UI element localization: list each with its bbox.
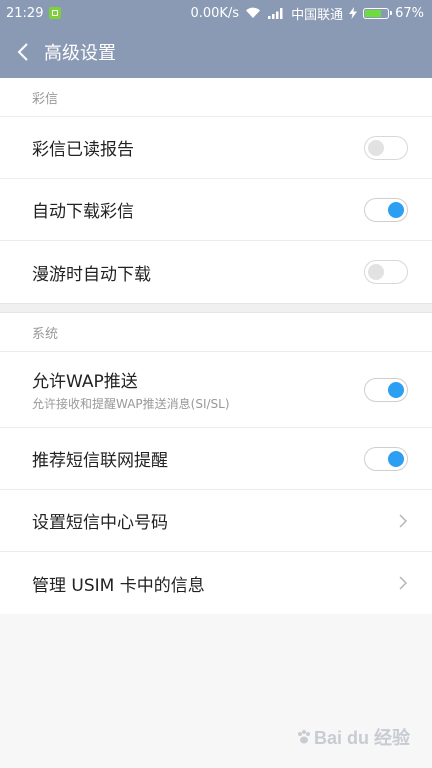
auto-download-mms-toggle[interactable] <box>364 197 408 222</box>
setting-sms-network-reminder[interactable]: 推荐短信联网提醒 <box>0 428 432 490</box>
setting-label: 自动下载彩信 <box>32 202 134 222</box>
wifi-icon <box>246 7 261 19</box>
setting-sms-center-number[interactable]: 设置短信中心号码 <box>0 490 432 552</box>
setting-label: 彩信已读报告 <box>32 140 134 160</box>
status-time: 21:29 <box>6 5 44 21</box>
battery-icon <box>363 7 393 19</box>
header-area: 21:29 0.00K/s 中国联通 67% 高级设置 <box>0 0 432 78</box>
toggle-knob <box>388 201 404 218</box>
chevron-right-icon <box>399 513 408 528</box>
toggle-knob <box>388 450 404 467</box>
page-title: 高级设置 <box>44 43 116 64</box>
setting-roaming-auto-download[interactable]: 漫游时自动下载 <box>0 241 432 303</box>
section-header-mms: 彩信 <box>0 78 432 117</box>
setting-label: 设置短信中心号码 <box>32 513 168 533</box>
paw-icon <box>297 730 310 744</box>
settings-list: 彩信 彩信已读报告 自动下载彩信 漫游时自动下载 系统 允许WAP推送 允许接收… <box>0 78 432 614</box>
title-bar: 高级设置 <box>0 26 432 78</box>
setting-auto-download-mms[interactable]: 自动下载彩信 <box>0 179 432 241</box>
toggle-knob <box>388 381 404 398</box>
setting-sublabel: 允许接收和提醒WAP推送消息(SI/SL) <box>32 397 230 411</box>
section-divider <box>0 303 432 313</box>
network-speed: 0.00K/s <box>190 5 240 21</box>
setting-manage-usim[interactable]: 管理 USIM 卡中的信息 <box>0 552 432 614</box>
roaming-auto-download-toggle[interactable] <box>364 260 408 284</box>
watermark-text: Bai du 经验 <box>313 728 410 748</box>
section-header-system: 系统 <box>0 313 432 352</box>
signal-icon <box>268 8 283 19</box>
status-bar: 21:29 0.00K/s 中国联通 67% <box>0 0 432 26</box>
mms-read-report-toggle[interactable] <box>364 135 408 160</box>
notification-app-icon <box>49 7 62 19</box>
setting-label: 推荐短信联网提醒 <box>32 451 168 471</box>
allow-wap-push-toggle[interactable] <box>364 377 408 402</box>
setting-allow-wap-push[interactable]: 允许WAP推送 允许接收和提醒WAP推送消息(SI/SL) <box>0 352 432 428</box>
carrier-name: 中国联通 <box>291 7 344 23</box>
chevron-right-icon <box>399 576 408 590</box>
back-arrow-icon[interactable] <box>16 42 30 62</box>
setting-mms-read-report[interactable]: 彩信已读报告 <box>0 117 432 179</box>
setting-label: 允许WAP推送 <box>32 372 138 392</box>
baidu-watermark: Bai du 经验 <box>296 724 410 750</box>
sms-network-reminder-toggle[interactable] <box>364 446 408 471</box>
toggle-knob <box>368 264 384 280</box>
setting-label: 漫游时自动下载 <box>32 264 151 285</box>
setting-label: 管理 USIM 卡中的信息 <box>32 575 205 596</box>
battery-fill <box>365 9 382 17</box>
charging-icon <box>349 7 358 19</box>
toggle-knob <box>368 139 384 156</box>
battery-percent: 67% <box>395 5 424 21</box>
